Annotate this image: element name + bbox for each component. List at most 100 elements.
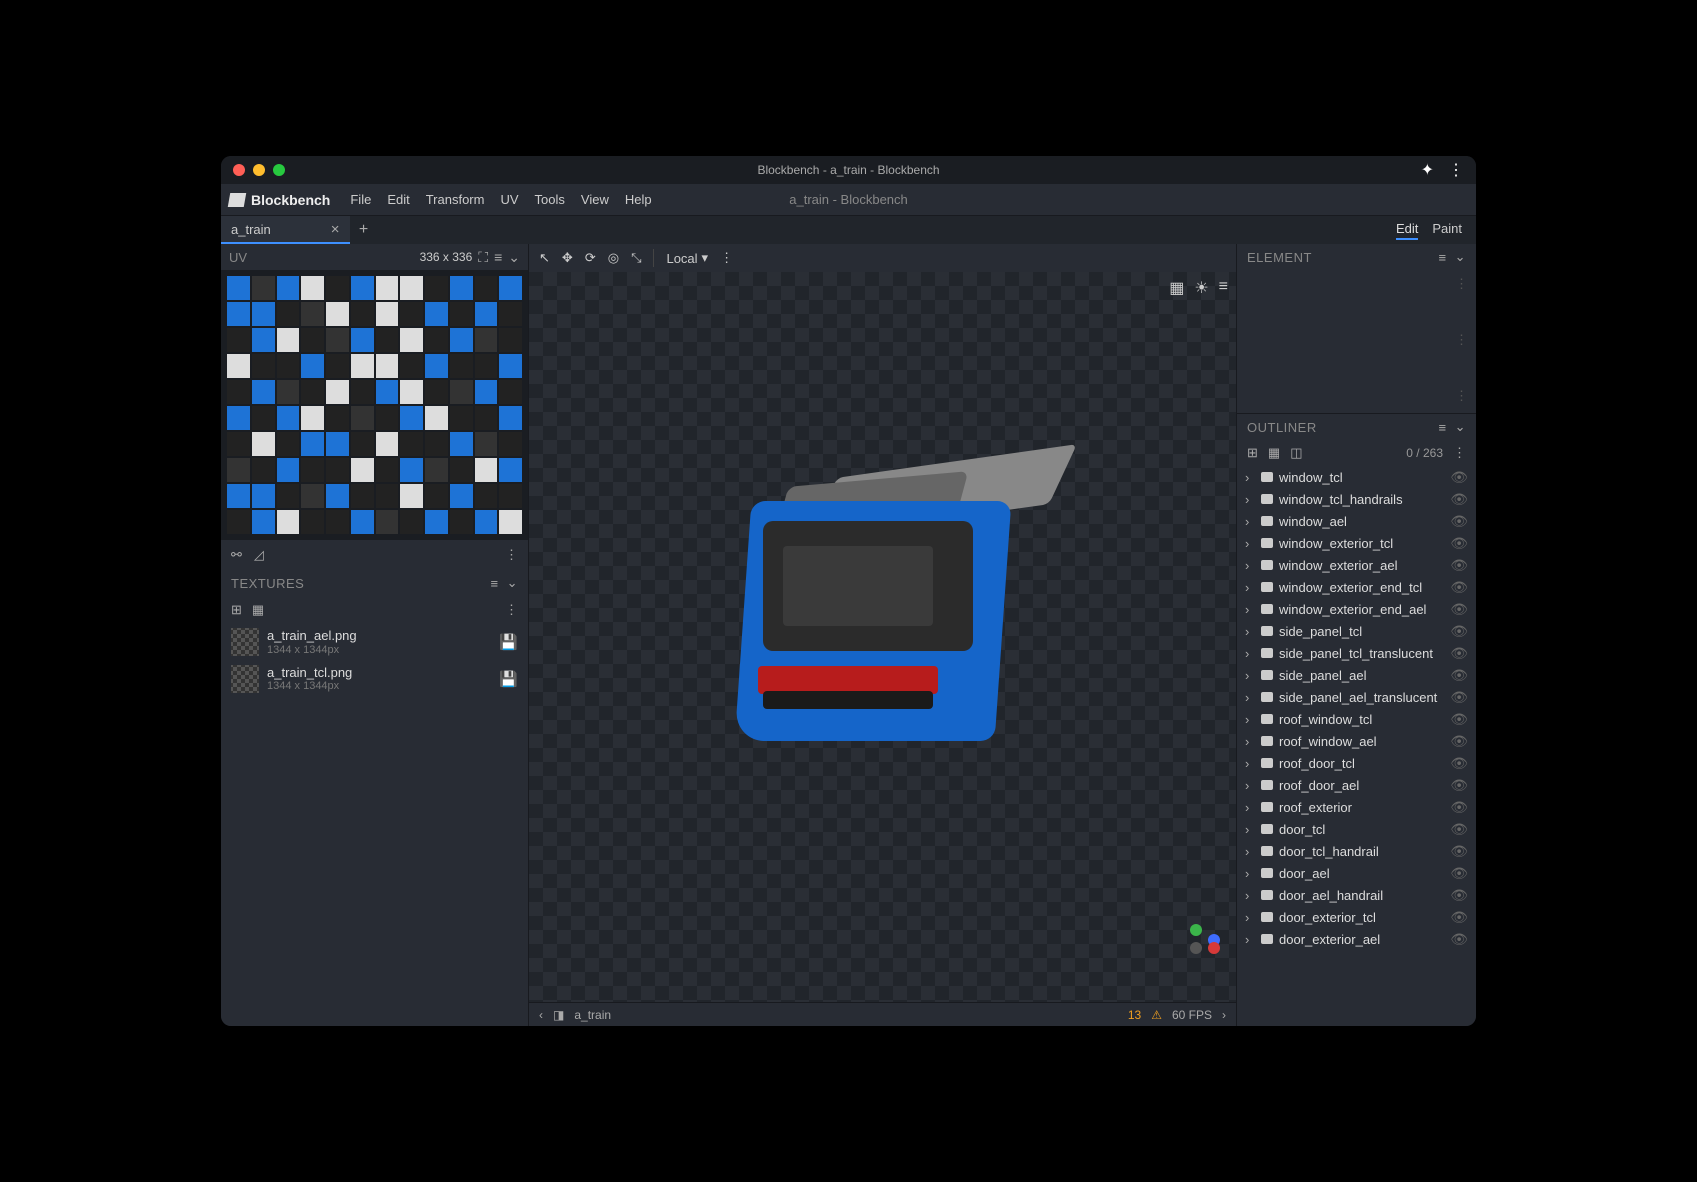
outliner-item[interactable]: ›roof_door_ael👁 — [1237, 774, 1476, 796]
outliner-item[interactable]: ›door_ael👁 — [1237, 862, 1476, 884]
add-group-icon[interactable]: ▦ — [1268, 445, 1280, 461]
menu-file[interactable]: File — [342, 192, 379, 207]
outliner-item[interactable]: ›door_exterior_ael👁 — [1237, 928, 1476, 950]
outliner-item[interactable]: ›side_panel_ael👁 — [1237, 664, 1476, 686]
save-icon[interactable]: 💾 — [499, 670, 518, 688]
add-tab-button[interactable]: + — [350, 221, 378, 239]
close-window-button[interactable] — [233, 164, 245, 176]
chevron-left-icon[interactable]: ‹ — [539, 1008, 543, 1022]
chevron-right-icon[interactable]: › — [1245, 602, 1255, 617]
chevron-right-icon[interactable]: › — [1245, 492, 1255, 507]
chevron-right-icon[interactable]: › — [1245, 888, 1255, 903]
panel-menu-icon[interactable]: ≡ — [491, 576, 499, 591]
more-icon[interactable]: ⋮ — [1455, 388, 1468, 404]
more-icon[interactable]: ⋮ — [720, 250, 733, 266]
add-folder-icon[interactable]: ▦ — [252, 602, 264, 618]
chevron-right-icon[interactable]: › — [1245, 800, 1255, 815]
outliner-item[interactable]: ›window_ael👁 — [1237, 510, 1476, 532]
transform-space-dropdown[interactable]: Local ▾ — [666, 250, 708, 266]
chevron-down-icon[interactable]: ⌄ — [507, 575, 518, 591]
visibility-icon[interactable]: 👁 — [1450, 777, 1468, 794]
visibility-icon[interactable]: 👁 — [1450, 821, 1468, 838]
tab-a-train[interactable]: a_train × — [221, 216, 350, 244]
more-icon[interactable]: ⋮ — [1453, 445, 1466, 461]
chevron-right-icon[interactable]: › — [1245, 778, 1255, 793]
chevron-down-icon[interactable]: ⌄ — [1455, 419, 1466, 435]
extension-icon[interactable]: ✦ — [1421, 160, 1434, 180]
mode-edit[interactable]: Edit — [1396, 221, 1418, 240]
outliner-item[interactable]: ›window_tcl👁 — [1237, 466, 1476, 488]
more-icon[interactable]: ⋮ — [1455, 332, 1468, 348]
visibility-icon[interactable]: 👁 — [1450, 601, 1468, 618]
menu-transform[interactable]: Transform — [418, 192, 493, 207]
outliner-item[interactable]: ›door_ael_handrail👁 — [1237, 884, 1476, 906]
more-icon[interactable]: ⋮ — [1455, 276, 1468, 292]
viewport[interactable]: ▦ ☀ ≡ — [529, 272, 1236, 1002]
visibility-icon[interactable]: 👁 — [1450, 931, 1468, 948]
orientation-gizmo[interactable] — [1172, 924, 1220, 972]
visibility-icon[interactable]: 👁 — [1450, 733, 1468, 750]
visibility-icon[interactable]: 👁 — [1450, 579, 1468, 596]
outliner-item[interactable]: ›roof_door_tcl👁 — [1237, 752, 1476, 774]
chevron-right-icon[interactable]: › — [1245, 866, 1255, 881]
panel-menu-icon[interactable]: ≡ — [1439, 250, 1447, 265]
link-icon[interactable]: ⚯ — [231, 547, 242, 563]
menu-uv[interactable]: UV — [492, 192, 526, 207]
chevron-right-icon[interactable]: › — [1245, 470, 1255, 485]
texture-item[interactable]: a_train_ael.png 1344 x 1344px 💾 — [221, 624, 528, 661]
visibility-icon[interactable]: 👁 — [1450, 667, 1468, 684]
chevron-down-icon[interactable]: ⌄ — [1455, 249, 1466, 265]
mode-paint[interactable]: Paint — [1432, 221, 1462, 240]
chevron-right-icon[interactable]: › — [1245, 514, 1255, 529]
visibility-icon[interactable]: 👁 — [1450, 535, 1468, 552]
fullscreen-icon[interactable]: ⛶ — [478, 249, 488, 266]
outliner-item[interactable]: ›window_exterior_tcl👁 — [1237, 532, 1476, 554]
menu-edit[interactable]: Edit — [379, 192, 417, 207]
screenshot-icon[interactable]: ▦ — [1169, 278, 1184, 298]
outliner-item[interactable]: ›side_panel_ael_translucent👁 — [1237, 686, 1476, 708]
more-icon[interactable]: ⋮ — [505, 602, 518, 618]
add-texture-icon[interactable]: ⊞ — [231, 602, 242, 618]
visibility-icon[interactable]: 👁 — [1450, 865, 1468, 882]
menu-icon[interactable]: ≡ — [494, 249, 502, 265]
visibility-icon[interactable]: 👁 — [1450, 469, 1468, 486]
maximize-window-button[interactable] — [273, 164, 285, 176]
uv-preview[interactable] — [221, 270, 528, 540]
rotate-tool-icon[interactable]: ⟳ — [585, 250, 596, 266]
menu-tools[interactable]: Tools — [527, 192, 573, 207]
app-logo[interactable]: Blockbench — [229, 192, 330, 208]
visibility-icon[interactable]: 👁 — [1450, 513, 1468, 530]
visibility-icon[interactable]: 👁 — [1450, 557, 1468, 574]
mirror-icon[interactable]: ◿ — [254, 547, 264, 563]
outliner-item[interactable]: ›window_tcl_handrails👁 — [1237, 488, 1476, 510]
outliner-item[interactable]: ›roof_window_ael👁 — [1237, 730, 1476, 752]
chevron-right-icon[interactable]: › — [1222, 1008, 1226, 1022]
chevron-right-icon[interactable]: › — [1245, 646, 1255, 661]
tab-close-icon[interactable]: × — [331, 221, 340, 238]
menu-view[interactable]: View — [573, 192, 617, 207]
chevron-right-icon[interactable]: › — [1245, 910, 1255, 925]
warning-icon[interactable]: ⚠ — [1151, 1008, 1162, 1022]
add-cube-icon[interactable]: ⊞ — [1247, 445, 1258, 461]
chevron-right-icon[interactable]: › — [1245, 712, 1255, 727]
chevron-right-icon[interactable]: › — [1245, 536, 1255, 551]
outliner-item[interactable]: ›door_exterior_tcl👁 — [1237, 906, 1476, 928]
texture-item[interactable]: a_train_tcl.png 1344 x 1344px 💾 — [221, 661, 528, 698]
minimize-window-button[interactable] — [253, 164, 265, 176]
outliner-item[interactable]: ›roof_window_tcl👁 — [1237, 708, 1476, 730]
toggle-icon[interactable]: ◫ — [1290, 445, 1302, 461]
visibility-icon[interactable]: 👁 — [1450, 909, 1468, 926]
chevron-right-icon[interactable]: › — [1245, 690, 1255, 705]
chevron-right-icon[interactable]: › — [1245, 844, 1255, 859]
warning-count[interactable]: 13 — [1128, 1008, 1141, 1022]
chevron-right-icon[interactable]: › — [1245, 734, 1255, 749]
chevron-right-icon[interactable]: › — [1245, 822, 1255, 837]
vertex-tool-icon[interactable]: ⤡ — [631, 250, 641, 266]
outliner-item[interactable]: ›door_tcl👁 — [1237, 818, 1476, 840]
outliner-item[interactable]: ›side_panel_tcl👁 — [1237, 620, 1476, 642]
chevron-right-icon[interactable]: › — [1245, 624, 1255, 639]
chevron-down-icon[interactable]: ⌄ — [508, 249, 520, 266]
chevron-right-icon[interactable]: › — [1245, 558, 1255, 573]
chevron-right-icon[interactable]: › — [1245, 932, 1255, 947]
outliner-item[interactable]: ›door_tcl_handrail👁 — [1237, 840, 1476, 862]
